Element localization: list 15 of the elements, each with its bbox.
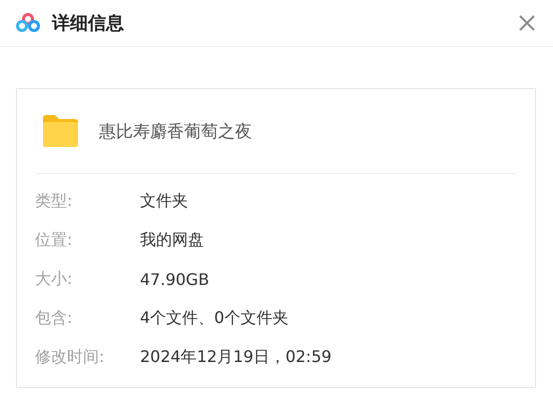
folder-icon <box>41 114 79 148</box>
property-value: 2024年12月19日，02:59 <box>140 347 332 368</box>
property-value: 文件夹 <box>140 191 188 212</box>
property-label: 位置: <box>35 230 74 251</box>
property-value: 我的网盘 <box>140 230 204 251</box>
property-value: 4个文件、0个文件夹 <box>140 308 288 329</box>
property-label: 类型: <box>35 191 74 212</box>
property-label: 大小: <box>35 269 74 290</box>
window-title: 详细信息 <box>52 12 125 35</box>
logo-icon <box>16 13 40 33</box>
close-icon[interactable] <box>519 15 535 31</box>
property-label: 包含: <box>35 308 74 329</box>
file-name: 惠比寿麝香葡萄之夜 <box>99 120 252 142</box>
property-value: 47.90GB <box>140 270 210 289</box>
property-label: 修改时间: <box>35 347 106 368</box>
